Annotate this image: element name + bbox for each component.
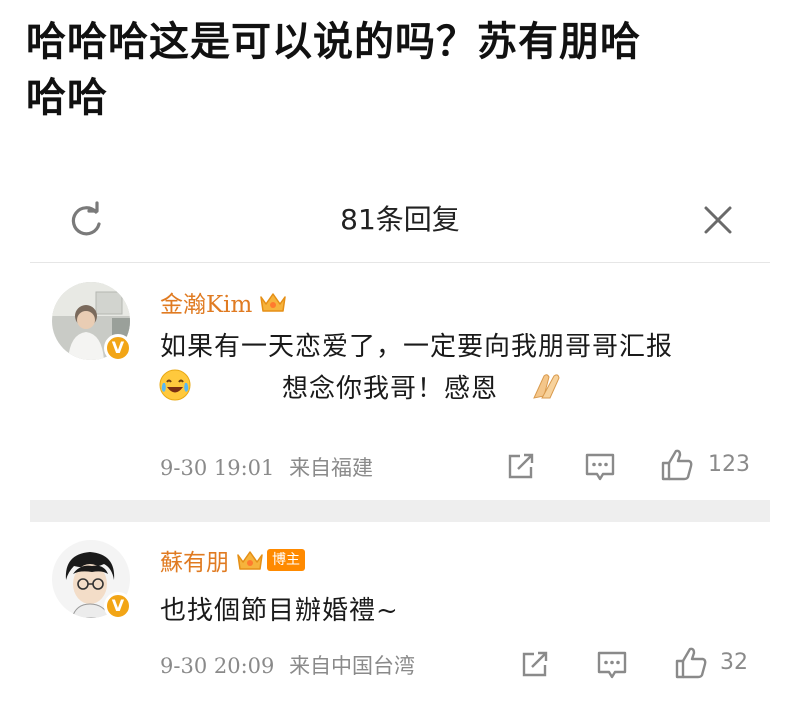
comment-date: 9-30 19:01 <box>160 456 275 480</box>
replies-count-title: 81条回复 <box>340 203 460 236</box>
comment-text-line-1: 如果有一天恋爱了，一定要向我朋哥哥汇报 <box>160 332 674 362</box>
like-icon[interactable] <box>660 448 694 482</box>
like-count: 123 <box>708 452 750 477</box>
crown-icon <box>237 551 263 570</box>
host-badge: 博主 <box>267 549 305 571</box>
avatar-container[interactable]: V <box>52 282 132 362</box>
like-count: 32 <box>720 650 748 675</box>
username-row: 金瀚Kim <box>160 286 288 318</box>
comment-text-line-1: 也找個節目辦婚禮~ <box>160 596 399 626</box>
username-row: 蘇有朋 博主 <box>160 544 305 576</box>
comment-item: V 金瀚Kim 如果有一天恋爱了，一定要向我朋哥哥汇报 想念你我哥！感恩 9-3… <box>30 272 770 500</box>
share-icon[interactable] <box>506 452 536 480</box>
comment-source: 来自福建 <box>289 456 374 480</box>
avatar-container[interactable]: V <box>52 540 132 620</box>
comment-meta: 9-30 20:09 来自中国台湾 <box>160 650 415 680</box>
verified-v-icon: V <box>104 334 132 362</box>
comment-text-line-2: 想念你我哥！感恩 <box>282 374 499 404</box>
share-icon[interactable] <box>520 650 550 678</box>
close-icon[interactable] <box>698 200 738 240</box>
verified-v-icon: V <box>104 592 132 620</box>
username[interactable]: 蘇有朋 <box>160 543 229 577</box>
username[interactable]: 金瀚Kim <box>160 285 252 319</box>
comment-meta: 9-30 19:01 来自福建 <box>160 452 373 482</box>
post-headline: 哈哈哈这是可以说的吗？苏有朋哈 哈哈 <box>26 14 766 126</box>
comment-icon[interactable] <box>596 650 628 680</box>
like-icon[interactable] <box>674 646 708 680</box>
laugh-cry-emoji <box>159 369 191 401</box>
headline-line-2: 哈哈 <box>26 75 108 121</box>
clasped-hands-emoji <box>533 374 560 399</box>
crown-icon <box>260 293 287 312</box>
comment-date: 9-30 20:09 <box>160 654 275 678</box>
comment-source: 来自中国台湾 <box>289 654 416 678</box>
comment-divider <box>30 500 770 522</box>
comment-icon[interactable] <box>584 452 616 482</box>
comment-item: V 蘇有朋 博主 也找個節目辦婚禮~ 9-30 20:09 来自中国台湾 32 <box>30 530 770 726</box>
replies-header: 81条回复 <box>30 180 770 263</box>
headline-line-1: 哈哈哈这是可以说的吗？苏有朋哈 <box>26 19 641 65</box>
